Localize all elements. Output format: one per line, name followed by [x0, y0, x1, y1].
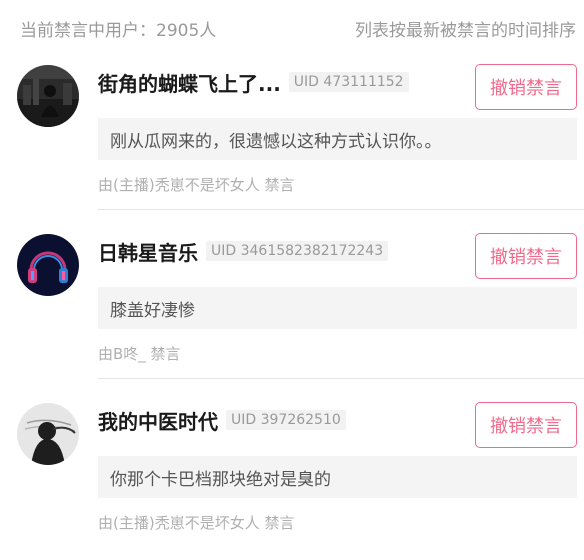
list-item: 日韩星音乐 UID 3461582382172243 撤销禁言 膝盖好凄惨 由B… [0, 221, 584, 391]
user-name[interactable]: 日韩星音乐 [98, 237, 198, 266]
user-name-row: 日韩星音乐 UID 3461582382172243 [98, 236, 389, 266]
revoke-ban-button[interactable]: 撤销禁言 [475, 233, 577, 279]
divider [98, 209, 584, 210]
list-item: 街角的蝴蝶飞上了... UID 473111152 撤销禁言 刚从瓜网来的，很遗… [0, 52, 584, 222]
user-name-row: 街角的蝴蝶飞上了... UID 473111152 [98, 67, 409, 97]
list-item: 我的中医时代 UID 397262510 撤销禁言 你那个卡巴档那块绝对是臭的 … [0, 390, 584, 560]
ban-info: 由(主播)秃崽不是坏女人 禁言 [98, 176, 295, 194]
sort-order-note: 列表按最新被禁言的时间排序 [355, 21, 576, 41]
ban-info: 由B咚_ 禁言 [98, 345, 181, 363]
list-header: 当前禁言中用户：2905人 列表按最新被禁言的时间排序 [0, 0, 584, 52]
divider [98, 378, 584, 379]
avatar[interactable] [17, 403, 79, 465]
banned-message: 膝盖好凄惨 [98, 287, 577, 329]
banned-message: 你那个卡巴档那块绝对是臭的 [98, 456, 577, 498]
user-uid-badge: UID 473111152 [288, 72, 409, 92]
banned-count-label: 当前禁言中用户：2905人 [20, 21, 217, 41]
revoke-ban-button[interactable]: 撤销禁言 [475, 64, 577, 110]
ban-info: 由(主播)秃崽不是坏女人 禁言 [98, 514, 295, 532]
user-name[interactable]: 街角的蝴蝶飞上了... [98, 68, 281, 97]
user-name[interactable]: 我的中医时代 [98, 406, 218, 435]
avatar[interactable] [17, 234, 79, 296]
user-uid-badge: UID 3461582382172243 [206, 241, 389, 261]
user-uid-badge: UID 397262510 [226, 410, 346, 430]
user-name-row: 我的中医时代 UID 397262510 [98, 405, 346, 435]
avatar[interactable] [17, 65, 79, 127]
revoke-ban-button[interactable]: 撤销禁言 [475, 402, 577, 448]
banned-message: 刚从瓜网来的，很遗憾以这种方式认识你。。 [98, 118, 577, 160]
